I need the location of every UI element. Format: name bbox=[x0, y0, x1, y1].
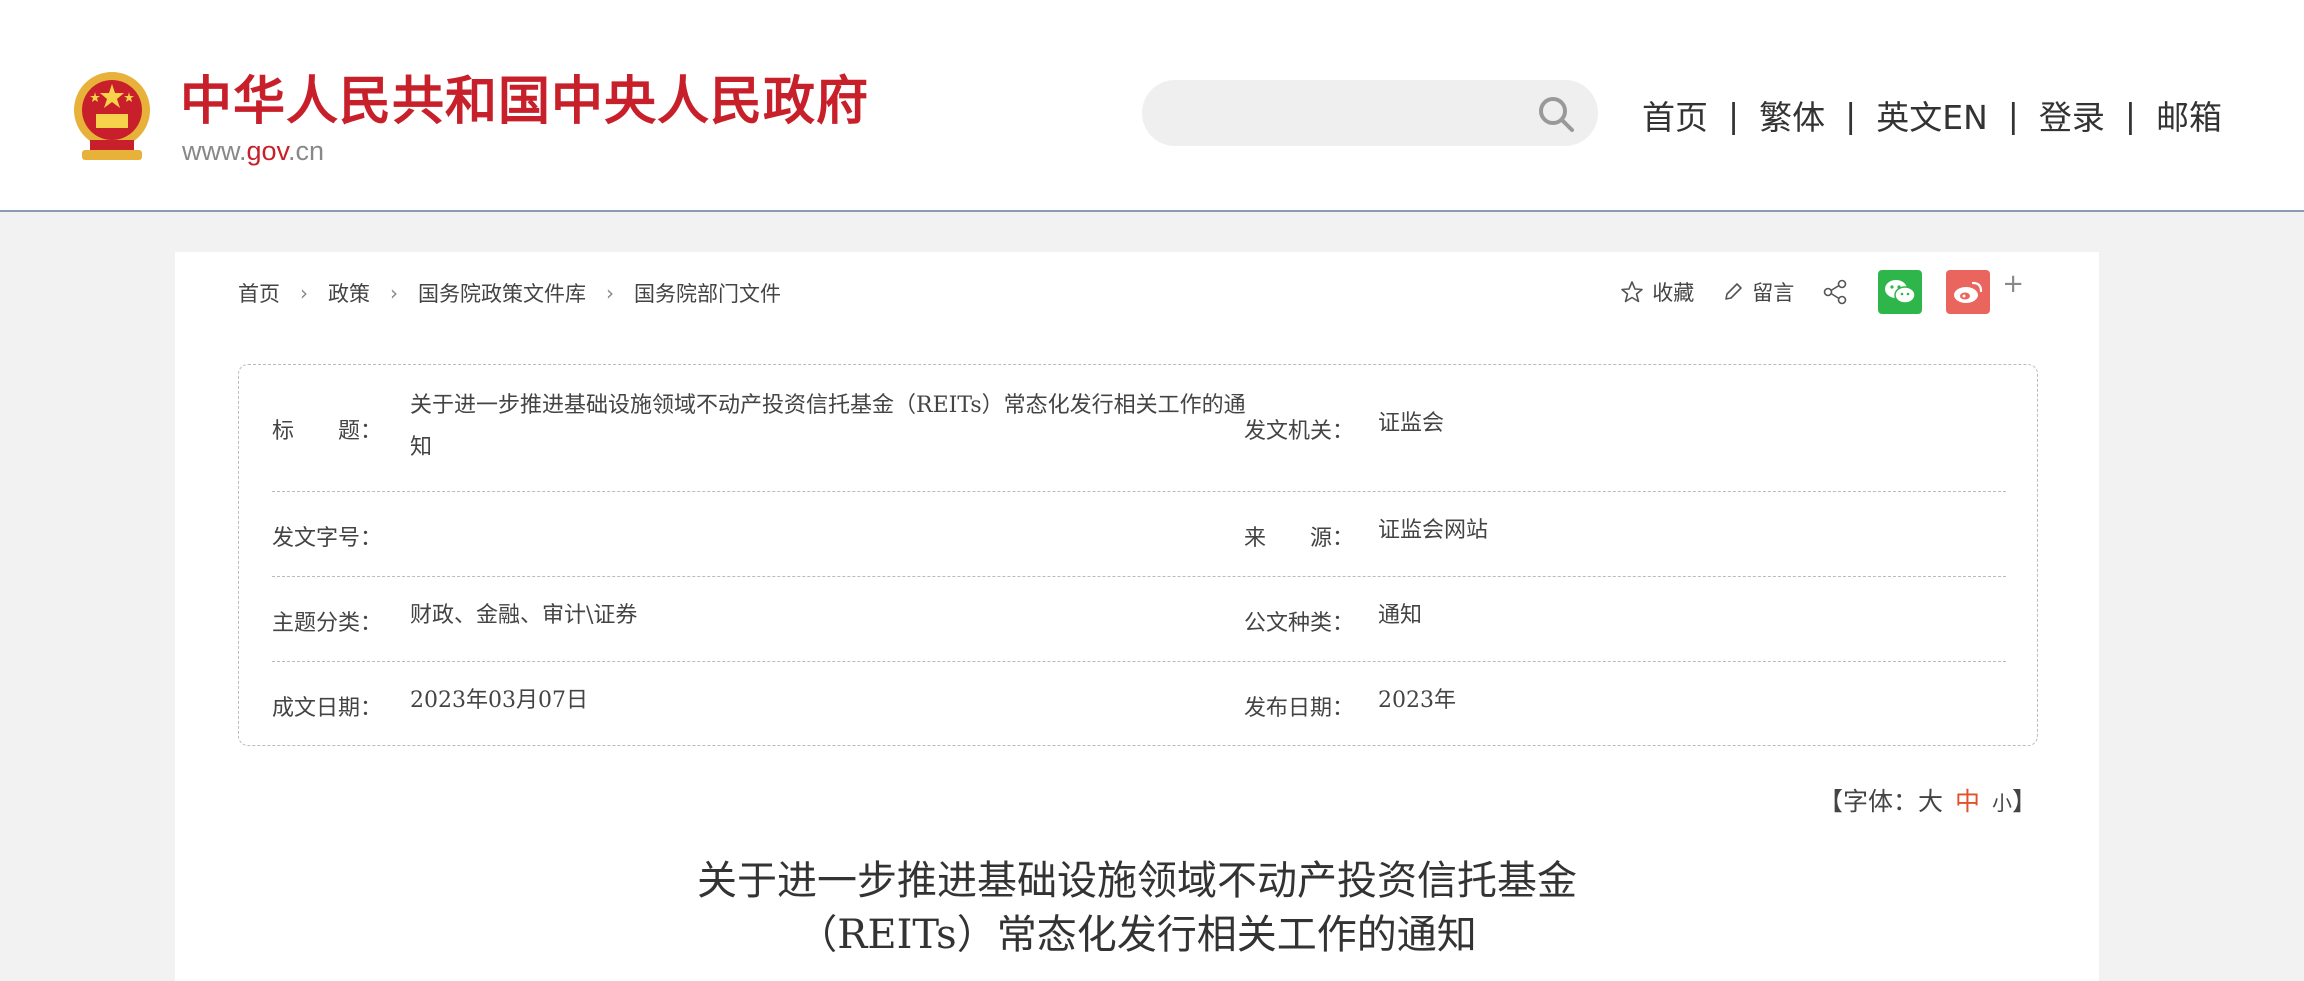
nav-mail[interactable]: 邮箱 bbox=[2156, 91, 2222, 139]
breadcrumb-policy-library[interactable]: 国务院政策文件库 bbox=[418, 278, 586, 308]
site-url-prefix: www. bbox=[182, 136, 247, 166]
site-header: 中华人民共和国中央人民政府 www.gov.cn 首页 | 繁体 | 英文EN … bbox=[0, 0, 2304, 212]
comment-label: 留言 bbox=[1752, 281, 1795, 305]
title-value: 关于进一步推进基础设施领域不动产投资信托基金（REITs）常态化发行相关工作的通… bbox=[410, 393, 1246, 460]
doc-number-label: 发文字号： bbox=[272, 526, 383, 551]
breadcrumb-department-docs[interactable]: 国务院部门文件 bbox=[634, 278, 781, 308]
article-actions: 收藏 留言 + bbox=[1620, 266, 2024, 318]
info-row-dates: 成文日期： 2023年03月07日 发布日期： 2023年 bbox=[272, 662, 2006, 747]
comment-button[interactable]: 留言 bbox=[1722, 277, 1794, 307]
weibo-share-button[interactable] bbox=[1946, 270, 1991, 314]
breadcrumb-home[interactable]: 首页 bbox=[238, 278, 280, 308]
doc-type-label: 公文种类： bbox=[1244, 611, 1355, 636]
info-row-category: 主题分类： 财政、金融、审计\证券 公文种类： 通知 bbox=[272, 577, 2006, 662]
breadcrumb-policy[interactable]: 政策 bbox=[328, 278, 370, 308]
site-url: www.gov.cn bbox=[182, 136, 324, 166]
site-url-gov: gov bbox=[246, 136, 289, 166]
font-size-large[interactable]: 大 bbox=[1918, 787, 1943, 816]
site-url-suffix: .cn bbox=[288, 136, 325, 166]
issuer-value: 证监会 bbox=[1378, 411, 1445, 436]
nav-separator: | bbox=[1845, 95, 1857, 135]
national-emblem-icon[interactable] bbox=[68, 70, 156, 164]
chevron-right-icon: › bbox=[606, 281, 614, 305]
nav-english[interactable]: 英文EN bbox=[1876, 91, 1988, 139]
site-title[interactable]: 中华人民共和国中央人民政府 bbox=[180, 72, 869, 132]
favorite-label: 收藏 bbox=[1652, 281, 1695, 305]
font-size-switcher: 【字体：大中小】 bbox=[1818, 782, 2037, 818]
written-date-label: 成文日期： bbox=[272, 696, 383, 721]
font-size-close: 】 bbox=[2011, 787, 2037, 816]
breadcrumb: 首页 › 政策 › 国务院政策文件库 › 国务院部门文件 bbox=[238, 278, 781, 308]
category-value: 财政、金融、审计\证券 bbox=[410, 603, 638, 628]
nav-separator: | bbox=[2007, 95, 2019, 135]
chevron-right-icon: › bbox=[300, 281, 308, 305]
search-input[interactable] bbox=[1170, 94, 1510, 132]
document-title-line1: 关于进一步推进基础设施领域不动产投资信托基金 bbox=[697, 858, 1577, 904]
font-size-open: 【字体： bbox=[1817, 787, 1918, 816]
source-value: 证监会网站 bbox=[1378, 518, 1489, 543]
search-icon[interactable] bbox=[1536, 94, 1576, 134]
more-share-button[interactable]: + bbox=[2002, 269, 2024, 299]
written-date-value: 2023年03月07日 bbox=[410, 688, 588, 713]
doc-type-value: 通知 bbox=[1378, 603, 1423, 628]
nav-login[interactable]: 登录 bbox=[2039, 91, 2105, 139]
star-icon bbox=[1621, 281, 1644, 303]
favorite-button[interactable]: 收藏 bbox=[1620, 277, 1694, 307]
nav-home[interactable]: 首页 bbox=[1642, 91, 1708, 139]
category-label: 主题分类： bbox=[272, 611, 383, 636]
publish-date-label: 发布日期： bbox=[1244, 696, 1355, 721]
content-panel: 首页 › 政策 › 国务院政策文件库 › 国务院部门文件 收藏 留言 + 标 题… bbox=[175, 252, 2099, 981]
source-label: 来 源： bbox=[1244, 526, 1355, 551]
document-title: 关于进一步推进基础设施领域不动产投资信托基金 （REITs）常态化发行相关工作的… bbox=[175, 854, 2099, 962]
chevron-right-icon: › bbox=[390, 281, 398, 305]
info-row-title: 标 题： 关于进一步推进基础设施领域不动产投资信托基金（REITs）常态化发行相… bbox=[272, 365, 2006, 492]
share-icon[interactable] bbox=[1822, 279, 1848, 305]
wechat-share-button[interactable] bbox=[1878, 270, 1923, 314]
pencil-icon bbox=[1725, 283, 1743, 300]
nav-separator: | bbox=[1728, 95, 1740, 135]
nav-separator: | bbox=[2124, 95, 2137, 135]
wechat-icon bbox=[1885, 280, 1916, 304]
nav-traditional[interactable]: 繁体 bbox=[1759, 91, 1825, 139]
top-nav: 首页 | 繁体 | 英文EN | 登录 | 邮箱 bbox=[1642, 90, 2222, 140]
publish-date-value: 2023年 bbox=[1378, 688, 1456, 713]
title-label: 标 题： bbox=[272, 419, 383, 444]
search-box bbox=[1142, 80, 1598, 146]
info-row-number: 发文字号： 来 源： 证监会网站 bbox=[272, 492, 2006, 577]
document-info-table: 标 题： 关于进一步推进基础设施领域不动产投资信托基金（REITs）常态化发行相… bbox=[238, 364, 2038, 746]
font-size-small[interactable]: 小 bbox=[1992, 791, 2012, 815]
weibo-icon bbox=[1954, 281, 1983, 303]
issuer-label: 发文机关： bbox=[1244, 419, 1355, 444]
document-title-line2: （REITs）常态化发行相关工作的通知 bbox=[797, 912, 1477, 958]
font-size-medium[interactable]: 中 bbox=[1955, 787, 1980, 816]
